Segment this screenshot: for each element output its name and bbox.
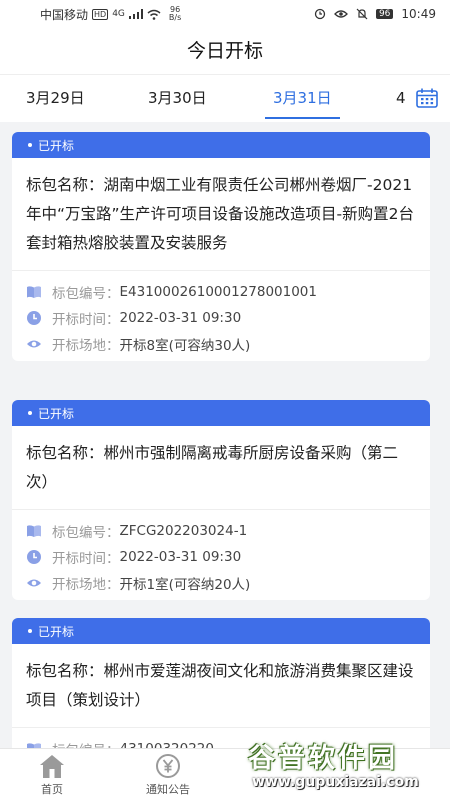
status-bar: 中国移动 HD 4G 96 B/s 96 10:49 (0, 0, 450, 28)
meta-venue: 开标场地： 开标1室(可容纳20人) (26, 570, 416, 596)
watermark-logo: 谷普软件园 www.gupuxiazai.com (248, 736, 448, 798)
yen-coin-icon (156, 754, 180, 778)
bid-card[interactable]: 已开标 标包名称：湖南中烟工业有限责任公司郴州卷烟厂-2021年中“万宝路”生产… (12, 132, 430, 361)
network-type: 4G (112, 9, 125, 19)
page-title: 今日开标 (0, 28, 450, 74)
status-badge: 已开标 (38, 138, 75, 153)
meta-label: 开标时间： (52, 551, 120, 567)
bid-card[interactable]: 已开标 标包名称：郴州市强制隔离戒毒所厨房设备采购（第二次） 标包编号： ZFC… (12, 400, 430, 600)
project-name: 标包名称：湖南中烟工业有限责任公司郴州卷烟厂-2021年中“万宝路”生产许可项目… (12, 158, 430, 271)
bid-venue: 开标8室(可容纳30人) (119, 338, 251, 354)
project-name-label: 标包名称： (26, 662, 104, 680)
meta-label: 开标场地： (52, 338, 120, 354)
eye-icon (334, 10, 348, 18)
project-name-label: 标包名称： (26, 176, 104, 194)
status-dot-icon (28, 629, 32, 633)
carrier-name: 中国移动 (40, 7, 89, 22)
tab-home-label: 首页 (41, 783, 63, 796)
meta-code: 标包编号： ZFCG202203024-1 (26, 518, 416, 544)
project-name: 标包名称：郴州市爱莲湖夜间文化和旅游消费集聚区建设项目（策划设计） (12, 644, 430, 728)
status-badge: 已开标 (38, 624, 75, 639)
tab-date-0331[interactable]: 3月31日 (265, 75, 340, 123)
meta-code: 标包编号： E4310002610001278001001 (26, 279, 416, 305)
watermark-url: www.gupuxiazai.com (252, 774, 419, 790)
status-badge: 已开标 (38, 406, 75, 421)
net-speed: 96 B/s (169, 6, 181, 22)
carrier-group: 中国移动 HD 4G 96 B/s (40, 6, 181, 23)
calendar-icon[interactable] (416, 88, 438, 108)
mute-bell-icon (356, 8, 368, 20)
book-icon (27, 743, 41, 748)
status-right: 96 10:49 (314, 7, 436, 21)
meta-label: 开标场地： (52, 577, 120, 593)
book-icon (27, 286, 41, 298)
meta-venue: 开标场地： 开标8室(可容纳30人) (26, 331, 416, 357)
battery-level: 96 (375, 9, 394, 19)
card-status-bar: 已开标 (12, 400, 430, 426)
clock-icon (27, 550, 41, 564)
book-icon (27, 525, 41, 537)
tab-date-0330[interactable]: 3月30日 (148, 75, 207, 123)
project-name-label: 标包名称： (26, 444, 104, 462)
project-name: 标包名称：郴州市强制隔离戒毒所厨房设备采购（第二次） (12, 426, 430, 510)
tab-date-next[interactable]: 4 (396, 75, 406, 123)
tab-notice-label: 通知公告 (146, 783, 190, 796)
bid-code: 43100320220 (120, 741, 214, 748)
net-speed-unit: B/s (168, 13, 182, 22)
status-dot-icon (28, 143, 32, 147)
venue-eye-icon (27, 340, 41, 348)
bid-list: 已开标 标包名称：湖南中烟工业有限责任公司郴州卷烟厂-2021年中“万宝路”生产… (0, 122, 450, 748)
alarm-icon (314, 8, 326, 20)
meta-label: 标包编号： (52, 525, 120, 541)
meta-label: 标包编号： (52, 739, 120, 748)
card-meta: 标包编号： E4310002610001278001001 开标时间： 2022… (12, 271, 430, 361)
watermark-title: 谷普软件园 (248, 743, 398, 774)
card-status-bar: 已开标 (12, 132, 430, 158)
meta-label: 标包编号： (52, 286, 120, 302)
signal-icon (128, 9, 143, 19)
tab-home[interactable]: 首页 (12, 753, 92, 797)
bid-card[interactable]: 已开标 标包名称：郴州市爱莲湖夜间文化和旅游消费集聚区建设项目（策划设计） 标包… (12, 618, 430, 748)
bid-code: E4310002610001278001001 (119, 284, 318, 300)
venue-eye-icon (27, 579, 41, 587)
clock-icon (27, 311, 41, 325)
bid-code: ZFCG202203024-1 (119, 523, 248, 539)
tab-notice[interactable]: 通知公告 (128, 753, 208, 797)
bid-time: 2022-03-31 09:30 (119, 549, 242, 565)
tab-date-0329[interactable]: 3月29日 (26, 75, 85, 123)
bid-time: 2022-03-31 09:30 (119, 310, 242, 326)
meta-time: 开标时间： 2022-03-31 09:30 (26, 544, 416, 570)
status-dot-icon (28, 411, 32, 415)
card-meta: 标包编号： ZFCG202203024-1 开标时间： 2022-03-31 0… (12, 510, 430, 600)
card-status-bar: 已开标 (12, 618, 430, 644)
clock: 10:49 (401, 7, 436, 21)
home-icon (40, 755, 64, 778)
meta-time: 开标时间： 2022-03-31 09:30 (26, 305, 416, 331)
date-tabs: 3月29日 3月30日 3月31日 4 (0, 74, 450, 122)
hd-badge: HD (92, 8, 109, 20)
wifi-icon (147, 9, 161, 20)
meta-label: 开标时间： (52, 312, 120, 328)
bid-venue: 开标1室(可容纳20人) (119, 577, 251, 593)
